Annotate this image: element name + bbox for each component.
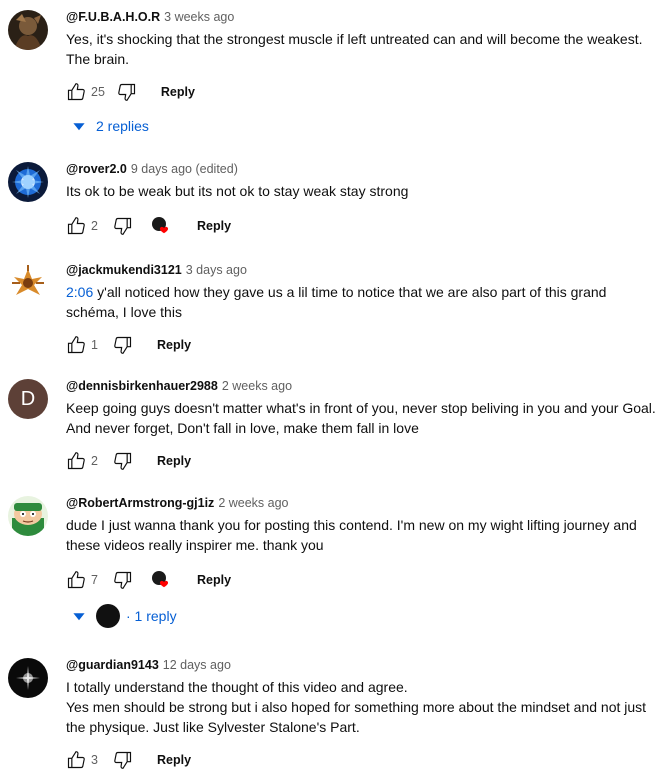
- like-count: 3: [91, 753, 98, 767]
- comment-text-line: Yes men should be strong but i also hope…: [66, 699, 647, 715]
- thumbs-up-icon: [67, 571, 85, 589]
- creator-avatar: [96, 604, 120, 628]
- comment-text-line: I totally understand the thought of this…: [66, 679, 408, 695]
- thumbs-down-icon: [114, 571, 132, 589]
- avatar[interactable]: [8, 162, 48, 202]
- comment-text: Yes, it's shocking that the strongest mu…: [66, 29, 662, 69]
- avatar[interactable]: D: [8, 379, 48, 419]
- replies-label: · 1 reply: [126, 608, 177, 624]
- comment-text: I totally understand the thought of this…: [66, 677, 662, 737]
- comment-text-line: Keep going guys doesn't matter what's in…: [66, 400, 656, 416]
- comment-author[interactable]: @RobertArmstrong-gj1iz: [66, 496, 214, 510]
- creator-heart-badge: [149, 214, 173, 238]
- comment-text-line: schéma, I love this: [66, 304, 182, 320]
- comment-author[interactable]: @jackmukendi3121: [66, 263, 182, 277]
- thumbs-up-icon: [67, 83, 85, 101]
- comment-actions: 3 Reply: [66, 748, 191, 772]
- heart-icon: [152, 217, 169, 234]
- view-replies-button[interactable]: 2 replies: [72, 115, 149, 137]
- comment-time[interactable]: 2 weeks ago: [222, 379, 292, 393]
- comment-text: dude I just wanna thank you for posting …: [66, 515, 662, 555]
- avatar[interactable]: [8, 496, 48, 536]
- comment-text-line: 2:06 y'all noticed how they gave us a li…: [66, 282, 662, 302]
- like-button[interactable]: [66, 570, 86, 590]
- dislike-button[interactable]: [113, 570, 133, 590]
- thumbs-down-icon: [114, 217, 132, 235]
- thumbs-up-icon: [67, 751, 85, 769]
- thumbs-up-icon: [67, 336, 85, 354]
- like-button[interactable]: [66, 82, 86, 102]
- dislike-button[interactable]: [117, 82, 137, 102]
- thumbs-up-icon: [67, 217, 85, 235]
- comment-actions: 2 Reply: [66, 214, 231, 238]
- comment-time[interactable]: 3 days ago: [186, 263, 247, 277]
- like-button[interactable]: [66, 750, 86, 770]
- avatar[interactable]: [8, 263, 48, 303]
- comment-text-line: And never forget, Don't fall in love, ma…: [66, 420, 419, 436]
- comment-time[interactable]: 2 weeks ago: [218, 496, 288, 510]
- comment-time[interactable]: 3 weeks ago: [164, 10, 234, 24]
- dislike-button[interactable]: [113, 335, 133, 355]
- caret-down-icon: [73, 123, 85, 131]
- reply-button[interactable]: Reply: [157, 454, 191, 468]
- comment-actions: 1 Reply: [66, 333, 191, 357]
- reply-button[interactable]: Reply: [197, 219, 231, 233]
- comment-text-line: these videos really inspirer me. thank y…: [66, 537, 324, 553]
- timestamp-link[interactable]: 2:06: [66, 284, 93, 300]
- reply-button[interactable]: Reply: [197, 573, 231, 587]
- like-count: 2: [91, 219, 98, 233]
- view-replies-button[interactable]: · 1 reply: [72, 604, 177, 628]
- reply-button[interactable]: Reply: [161, 85, 195, 99]
- dislike-button[interactable]: [113, 750, 133, 770]
- comment-text: 2:06 y'all noticed how they gave us a li…: [66, 282, 662, 322]
- thumbs-down-icon: [114, 336, 132, 354]
- like-count: 2: [91, 454, 98, 468]
- comment-actions: 7 Reply: [66, 568, 231, 592]
- comment-actions: 2 Reply: [66, 449, 191, 473]
- creator-heart-badge: [149, 568, 173, 592]
- comment-text: Its ok to be weak but its not ok to stay…: [66, 181, 662, 201]
- thumbs-down-icon: [118, 83, 135, 101]
- comment-text-fragment: y'all noticed how they gave us a lil tim…: [93, 284, 607, 300]
- heart-icon: [152, 571, 169, 588]
- dislike-button[interactable]: [113, 216, 133, 236]
- comment-text-line: the physique. Just like Sylvester Stalon…: [66, 719, 360, 735]
- comment-time[interactable]: 9 days ago (edited): [131, 162, 238, 176]
- thumbs-down-icon: [114, 751, 132, 769]
- comment-author[interactable]: @rover2.0: [66, 162, 127, 176]
- comment-author[interactable]: @guardian9143: [66, 658, 159, 672]
- comment-actions: 25 Reply: [66, 80, 195, 104]
- like-button[interactable]: [66, 451, 86, 471]
- replies-label: 2 replies: [96, 118, 149, 134]
- like-button[interactable]: [66, 216, 86, 236]
- reply-button[interactable]: Reply: [157, 753, 191, 767]
- comment-text: Keep going guys doesn't matter what's in…: [66, 398, 662, 438]
- avatar[interactable]: [8, 658, 48, 698]
- comment-author[interactable]: @dennisbirkenhauer2988: [66, 379, 218, 393]
- comment-text-line: Its ok to be weak but its not ok to stay…: [66, 183, 409, 199]
- comment-author[interactable]: @F.U.B.A.H.O.R: [66, 10, 160, 24]
- caret-down-icon: [73, 613, 85, 621]
- comment-time[interactable]: 12 days ago: [163, 658, 231, 672]
- reply-button[interactable]: Reply: [157, 338, 191, 352]
- like-count: 1: [91, 338, 98, 352]
- dislike-button[interactable]: [113, 451, 133, 471]
- comment-text-line: dude I just wanna thank you for posting …: [66, 517, 637, 533]
- like-count: 7: [91, 573, 98, 587]
- avatar[interactable]: [8, 10, 48, 50]
- thumbs-down-icon: [114, 452, 132, 470]
- like-button[interactable]: [66, 335, 86, 355]
- avatar-initial: D: [20, 388, 36, 410]
- like-count: 25: [91, 85, 105, 99]
- comment-text-line: The brain.: [66, 51, 130, 67]
- thumbs-up-icon: [67, 452, 85, 470]
- comment-text-line: Yes, it's shocking that the strongest mu…: [66, 31, 643, 47]
